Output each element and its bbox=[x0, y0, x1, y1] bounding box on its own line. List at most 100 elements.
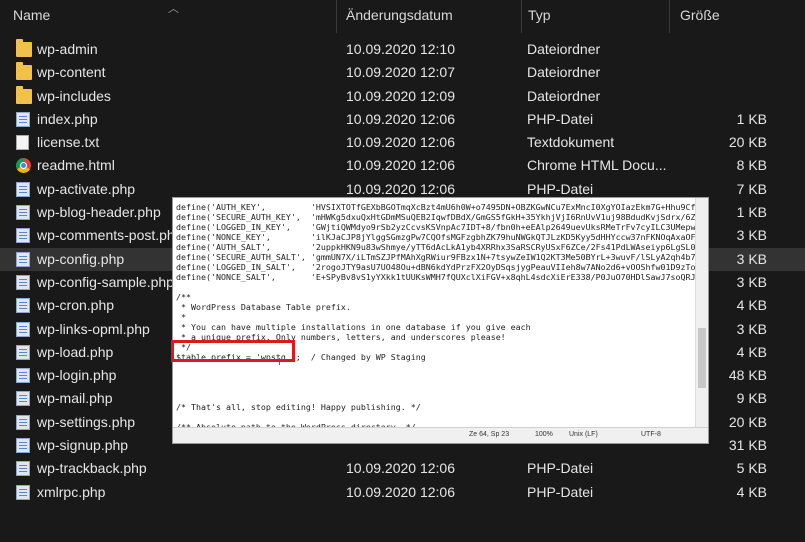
file-row[interactable]: license.txt 10.09.2020 12:06 Textdokument 2… bbox=[0, 131, 805, 154]
file-row[interactable]: wp-trackback.php 10.09.2020 12:06 PHP-Date… bbox=[0, 457, 805, 480]
file-size: 31 KB bbox=[728, 437, 767, 454]
file-size: 1 KB bbox=[736, 110, 767, 127]
file-name: wp-trackback.php bbox=[37, 460, 147, 477]
file-date: 10.09.2020 12:07 bbox=[346, 64, 455, 81]
file-size: 5 KB bbox=[736, 460, 767, 477]
php-file-icon bbox=[16, 461, 30, 477]
file-name: wp-mail.php bbox=[37, 390, 113, 407]
file-name: wp-admin bbox=[37, 41, 98, 57]
file-row[interactable]: wp-content 10.09.2020 12:07 Dateiordner bbox=[0, 61, 805, 84]
code-line[interactable]: define('SECURE_AUTH_SALT', 'gmmUN7X/iLTm… bbox=[176, 252, 696, 262]
text-editor-window[interactable]: define('AUTH_KEY', 'HVSIXTOTfGEXbBGOTmqX… bbox=[172, 197, 709, 444]
file-name: wp-links-opml.php bbox=[37, 320, 150, 337]
file-name: wp-comments-post.php bbox=[37, 227, 183, 244]
file-size: 3 KB bbox=[736, 250, 767, 267]
php-file-icon bbox=[16, 111, 30, 127]
column-divider[interactable] bbox=[336, 0, 337, 33]
folder-icon bbox=[16, 39, 32, 57]
file-type: PHP-Datei bbox=[527, 483, 594, 500]
code-line[interactable]: define('LOGGED_IN_SALT', '2rogoJTY9asU7U… bbox=[176, 262, 696, 272]
file-date: 10.09.2020 12:06 bbox=[346, 180, 455, 197]
cursor-position: Ze 64, Sp 23 bbox=[469, 431, 510, 438]
php-file-icon bbox=[16, 414, 30, 430]
file-row[interactable]: readme.html 10.09.2020 12:06 Chrome HTML D… bbox=[0, 154, 805, 177]
php-file-icon bbox=[16, 438, 30, 454]
column-header-type[interactable]: Typ bbox=[528, 7, 551, 23]
file-size: 8 KB bbox=[736, 157, 767, 174]
folder-icon bbox=[16, 62, 32, 81]
file-name: wp-includes bbox=[37, 87, 111, 104]
file-row[interactable]: wp-admin 10.09.2020 12:10 Dateiordner bbox=[0, 38, 805, 61]
file-type: Textdokument bbox=[527, 134, 615, 151]
php-file-icon bbox=[16, 274, 30, 290]
file-date: 10.09.2020 12:06 bbox=[346, 134, 455, 151]
code-line[interactable]: define('NONCE_KEY', 'ilKJaCJP8jYlggSGmzg… bbox=[176, 232, 696, 242]
code-line[interactable]: * You can have multiple installations in… bbox=[176, 322, 696, 332]
column-divider[interactable] bbox=[669, 0, 670, 33]
file-name: index.php bbox=[37, 110, 98, 127]
file-size: 9 KB bbox=[736, 390, 767, 407]
text-file-icon bbox=[16, 135, 29, 151]
file-row[interactable]: wp-includes 10.09.2020 12:09 Dateiordner bbox=[0, 85, 805, 108]
editor-code-area[interactable]: define('AUTH_KEY', 'HVSIXTOTfGEXbBGOTmqX… bbox=[176, 202, 696, 428]
file-size: 48 KB bbox=[728, 367, 767, 384]
code-line[interactable] bbox=[176, 392, 696, 402]
code-line[interactable] bbox=[176, 412, 696, 422]
column-header-size[interactable]: Größe bbox=[680, 7, 720, 23]
file-name: wp-blog-header.php bbox=[37, 204, 161, 221]
file-size: 20 KB bbox=[728, 413, 767, 430]
file-date: 10.09.2020 12:06 bbox=[346, 157, 455, 174]
code-line[interactable]: define('NONCE_SALT', 'E+SPyBv8vS1yYXkk1t… bbox=[176, 272, 696, 282]
code-line[interactable] bbox=[176, 372, 696, 382]
code-line[interactable]: define('AUTH_SALT', '2uppkHKN9u83wShmye/… bbox=[176, 242, 696, 252]
file-name: wp-content bbox=[37, 64, 106, 81]
code-line[interactable]: define('AUTH_KEY', 'HVSIXTOTfGEXbBGOTmqX… bbox=[176, 202, 696, 212]
file-name: wp-settings.php bbox=[37, 413, 136, 430]
editor-scroll-thumb[interactable] bbox=[698, 328, 706, 388]
code-line[interactable]: * bbox=[176, 312, 696, 322]
line-endings: Unix (LF) bbox=[569, 431, 598, 438]
php-file-icon bbox=[16, 251, 30, 267]
php-file-icon bbox=[16, 205, 30, 221]
file-name: wp-config-sample.php bbox=[37, 273, 174, 290]
column-header-bar: ︿ Name Änderungsdatum Typ Größe bbox=[0, 0, 805, 33]
file-row[interactable]: index.php 10.09.2020 12:06 PHP-Datei 1 KB bbox=[0, 108, 805, 131]
column-header-date[interactable]: Änderungsdatum bbox=[346, 7, 453, 23]
file-name: readme.html bbox=[37, 157, 115, 174]
editor-vertical-scrollbar[interactable] bbox=[695, 198, 708, 428]
column-header-name[interactable]: Name bbox=[13, 7, 50, 23]
file-type: Chrome HTML Docu... bbox=[527, 157, 667, 174]
file-type: PHP-Datei bbox=[527, 180, 594, 197]
file-row[interactable]: xmlrpc.php 10.09.2020 12:06 PHP-Datei 4 KB bbox=[0, 481, 805, 504]
file-date: 10.09.2020 12:06 bbox=[346, 460, 455, 477]
file-size: 4 KB bbox=[736, 343, 767, 360]
file-date: 10.09.2020 12:10 bbox=[346, 41, 455, 57]
code-line[interactable]: define('LOGGED_IN_KEY', 'GWjtiQWMdyo9rSb… bbox=[176, 222, 696, 232]
code-line[interactable]: define('SECURE_AUTH_KEY', 'mHWKg5dxuQxHt… bbox=[176, 212, 696, 222]
file-date: 10.09.2020 12:06 bbox=[346, 483, 455, 500]
code-line[interactable]: /* That's all, stop editing! Happy publi… bbox=[176, 402, 696, 412]
php-file-icon bbox=[16, 228, 30, 244]
php-file-icon bbox=[16, 368, 30, 384]
php-file-icon bbox=[16, 321, 30, 337]
file-name: wp-load.php bbox=[37, 343, 114, 360]
code-line[interactable]: /** bbox=[176, 292, 696, 302]
file-size: 4 KB bbox=[736, 297, 767, 314]
file-name: wp-cron.php bbox=[37, 297, 115, 314]
code-line[interactable] bbox=[176, 282, 696, 292]
file-size: 3 KB bbox=[736, 227, 767, 244]
file-name: xmlrpc.php bbox=[37, 483, 106, 500]
folder-icon bbox=[16, 85, 32, 104]
file-name: license.txt bbox=[37, 134, 100, 151]
php-file-icon bbox=[16, 391, 30, 407]
code-line[interactable] bbox=[176, 382, 696, 392]
column-divider[interactable] bbox=[521, 0, 522, 33]
php-file-icon bbox=[16, 298, 30, 314]
sort-caret-icon[interactable]: ︿ bbox=[168, 0, 179, 16]
file-type: PHP-Datei bbox=[527, 110, 594, 127]
code-line[interactable]: * WordPress Database Table prefix. bbox=[176, 302, 696, 312]
php-file-icon bbox=[16, 344, 30, 360]
code-line[interactable] bbox=[176, 362, 696, 372]
file-type: Dateiordner bbox=[527, 87, 601, 104]
php-file-icon bbox=[16, 484, 30, 500]
